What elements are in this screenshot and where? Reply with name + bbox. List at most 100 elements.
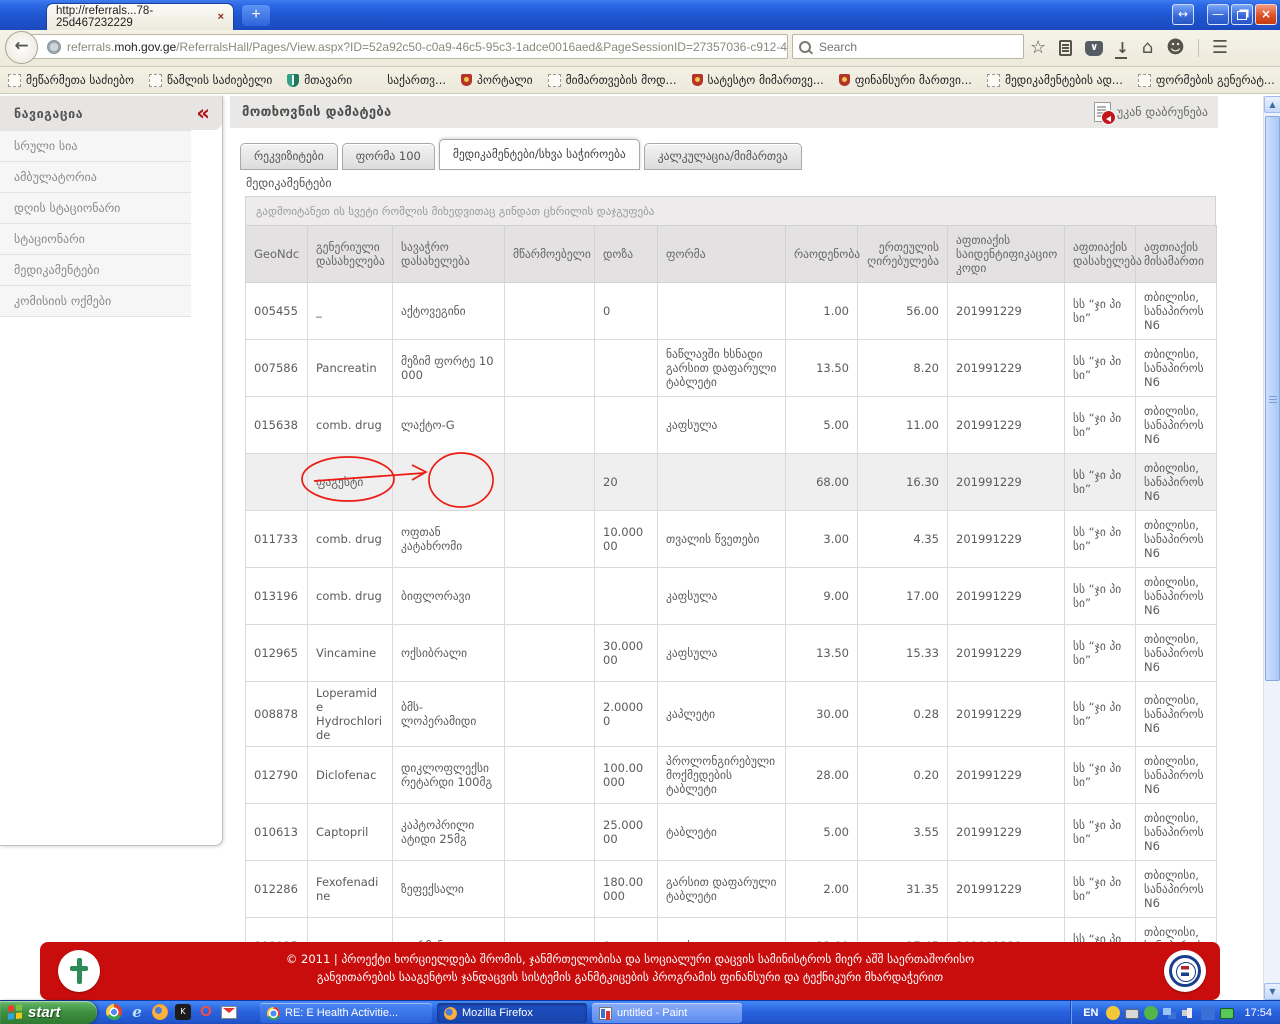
- site-identity-icon[interactable]: [47, 39, 61, 54]
- tab-2[interactable]: ფორმა 100: [341, 143, 435, 170]
- printer-tray-icon[interactable]: [1125, 1009, 1140, 1019]
- column-header[interactable]: აფთიაქის საიდენტიფიკაციო კოდი: [947, 225, 1065, 283]
- menu-hamburger-icon[interactable]: ☰: [1212, 39, 1228, 57]
- return-back-link[interactable]: უკან დაბრუნება: [1093, 102, 1208, 125]
- kmp-icon[interactable]: K: [175, 1004, 191, 1020]
- table-row[interactable]: 012286 Fexofenadine ზეფექსალი 180.00000 გარს…: [245, 860, 1217, 918]
- taskbar-task-button[interactable]: untitled - Paint: [592, 1003, 742, 1023]
- url-bar[interactable]: referrals. moh.gov.ge/ReferralsHall/Pages…: [22, 34, 788, 59]
- vol-tray-icon[interactable]: [1182, 1006, 1197, 1020]
- column-header[interactable]: აფთიაქის დასახელება: [1064, 225, 1142, 283]
- search-input[interactable]: [817, 38, 1017, 55]
- start-button[interactable]: start: [0, 1001, 97, 1024]
- footer-line-1: © 2011 | პროექტი ხორციელდება შრომის, ჯან…: [285, 952, 975, 966]
- back-button[interactable]: ←: [5, 31, 38, 64]
- table-row[interactable]: 008878 Loperamide Hydrochloride ბმს-ლოპერა…: [245, 681, 1217, 747]
- page-scrollbar[interactable]: ▲ ▼: [1263, 96, 1280, 1000]
- collapse-sidebar-icon[interactable]: «: [196, 103, 210, 124]
- scrollbar-thumb[interactable]: [1265, 116, 1280, 681]
- sidebar-item[interactable]: სრული სია: [0, 130, 191, 162]
- window-close-button[interactable]: ×: [1255, 4, 1277, 25]
- table-row[interactable]: 013196 comb. drug ბიფლორავი კაფსულა 9.00 17.0…: [245, 567, 1217, 625]
- window-restore-button[interactable]: [1231, 4, 1253, 25]
- column-header[interactable]: მწარმოებელი: [504, 225, 595, 283]
- downloads-icon[interactable]: ↓: [1115, 39, 1129, 59]
- table-row[interactable]: 015638 comb. drug ლაქტო-G კაფსულა 5.00 11.00 2…: [245, 396, 1217, 454]
- table-row[interactable]: 007586 Pancreatin მეზიმ ფორტე 10 000 ნაწლავ…: [245, 339, 1217, 397]
- scroll-up-icon[interactable]: ▲: [1264, 96, 1280, 113]
- key-tray-icon[interactable]: [1106, 1006, 1121, 1020]
- taskbar-task-button[interactable]: RE: E Health Activitie...: [260, 1003, 432, 1023]
- search-bar[interactable]: [792, 34, 1024, 59]
- form-tabs: რეკვიზიტები ფორმა 100 მედიკამენტები/სხვა ს…: [240, 139, 802, 170]
- hello-chat-icon[interactable]: ☻: [1166, 39, 1185, 57]
- table-cell: Loperamide Hydrochloride: [307, 681, 393, 747]
- new-tab-button[interactable]: +: [242, 5, 270, 26]
- ie-icon[interactable]: e: [129, 1004, 145, 1020]
- table-cell: კაფსულა: [657, 396, 786, 454]
- reading-list-icon[interactable]: [1059, 40, 1073, 56]
- column-header[interactable]: GeoNdc: [245, 225, 308, 283]
- table-row[interactable]: 011733 comb. drug ოფთან კატახრომი 10.00000 თ…: [245, 510, 1217, 568]
- tab-1[interactable]: რეკვიზიტები: [240, 143, 338, 170]
- msn-tray-icon[interactable]: [1144, 1006, 1159, 1020]
- home-icon[interactable]: ⌂: [1142, 39, 1153, 57]
- language-indicator[interactable]: EN: [1083, 1007, 1098, 1019]
- sidebar-item[interactable]: სტაციონარი: [0, 224, 191, 255]
- table-row[interactable]: 012965 Vincamine ოქსიბრალი 30.00000 კაფსულა 1…: [245, 624, 1217, 682]
- column-header[interactable]: დოზა: [594, 225, 658, 283]
- bookmark-item[interactable]: მეწარმეთა საძიებო: [8, 73, 134, 87]
- bookmark-item[interactable]: ფორმების გენერატ...: [1137, 73, 1275, 87]
- sidebar-item[interactable]: ამბულატორია: [0, 162, 191, 193]
- taskbar-task-button[interactable]: Mozilla Firefox: [437, 1003, 587, 1023]
- bookmark-item[interactable]: სატესტო მიმართვე...: [691, 73, 824, 87]
- sidebar-item[interactable]: დღის სტაციონარი: [0, 193, 191, 224]
- scroll-down-icon[interactable]: ▼: [1264, 983, 1280, 1000]
- bookmark-item[interactable]: ფინანსური მართვი...: [838, 73, 972, 87]
- tab-3[interactable]: მედიკამენტები/სხვა საჭიროება: [438, 139, 640, 170]
- sidebar-item[interactable]: მედიკამენტები: [0, 255, 191, 286]
- bookmark-item[interactable]: საქართვ...: [382, 73, 446, 87]
- bookmark-item[interactable]: მთავარი: [287, 73, 352, 87]
- mon-tray-icon[interactable]: [1220, 1008, 1235, 1019]
- opera-icon[interactable]: O: [198, 1004, 214, 1020]
- table-header-row: GeoNdc გენერიული დასახელება სავაჭრო დასახე…: [245, 225, 1217, 283]
- table-row[interactable]: 012790 Diclofenac დიკლოფლექსი რეტარდი 100მ…: [245, 746, 1217, 804]
- window-minimize-button[interactable]: —: [1207, 4, 1229, 25]
- sidebar-item[interactable]: კომისიის ოქმები: [0, 286, 191, 317]
- table-cell: თვალის წვეთები: [657, 510, 786, 568]
- table-cell: [504, 860, 595, 918]
- window-resize-icon[interactable]: ↔: [1172, 4, 1194, 25]
- browser-tab[interactable]: http://referrals...78-25d467232229 ×: [46, 3, 234, 30]
- bookmark-item[interactable]: წამლის საძიებელი: [149, 73, 272, 87]
- page-title: მოთხოვნის დამატება: [242, 104, 392, 120]
- net-tray-icon[interactable]: [1163, 1006, 1178, 1020]
- bookmark-label: სატესტო მიმართვე...: [707, 73, 824, 87]
- bookmark-item[interactable]: მიმართვების მოდ...: [547, 73, 677, 87]
- table-cell: 31.35: [857, 860, 948, 918]
- column-header[interactable]: აფთიაქის მისამართი: [1135, 225, 1217, 283]
- table-cell: [594, 339, 658, 397]
- app-tray-icon[interactable]: [1201, 1006, 1216, 1020]
- bookmark-item[interactable]: მედიკამენტების ად...: [986, 73, 1123, 87]
- table-cell: თბილისი, სანაპიროს N6: [1135, 282, 1217, 340]
- column-header[interactable]: გენერიული დასახელება: [307, 225, 393, 283]
- bookmark-label: ფინანსური მართვი...: [854, 73, 972, 87]
- chrome-icon[interactable]: [106, 1004, 122, 1020]
- pocket-icon[interactable]: ∨: [1085, 40, 1104, 56]
- column-header[interactable]: რაოდენობა: [785, 225, 860, 283]
- column-header[interactable]: ფორმა: [657, 225, 786, 283]
- column-header[interactable]: ერთეულის ღირებულება: [857, 225, 948, 283]
- tab-4[interactable]: კალკულაცია/მიმართვა: [643, 143, 802, 170]
- table-row[interactable]: 010613 Captopril კაპტოპრილი ატიდი 25მგ 25.0…: [245, 803, 1217, 861]
- table-row[interactable]: 005455 _ აქტოვეგინი 0 1.00 56.00 201991229 სს “…: [245, 282, 1217, 340]
- table-row[interactable]: ფაგესტი 20 68.00 16.30 201991229 სს “ჯი პი სი…: [245, 453, 1217, 511]
- bookmark-item[interactable]: პორტალი: [461, 73, 533, 87]
- table-cell: 007586: [245, 339, 308, 397]
- table-cell: [392, 453, 505, 511]
- firefox-icon[interactable]: [152, 1004, 168, 1020]
- bookmark-star-icon[interactable]: ☆: [1030, 39, 1046, 57]
- column-header[interactable]: სავაჭრო დასახელება: [392, 225, 505, 283]
- mail-icon[interactable]: [221, 1006, 237, 1019]
- tab-close-icon[interactable]: ×: [218, 11, 224, 23]
